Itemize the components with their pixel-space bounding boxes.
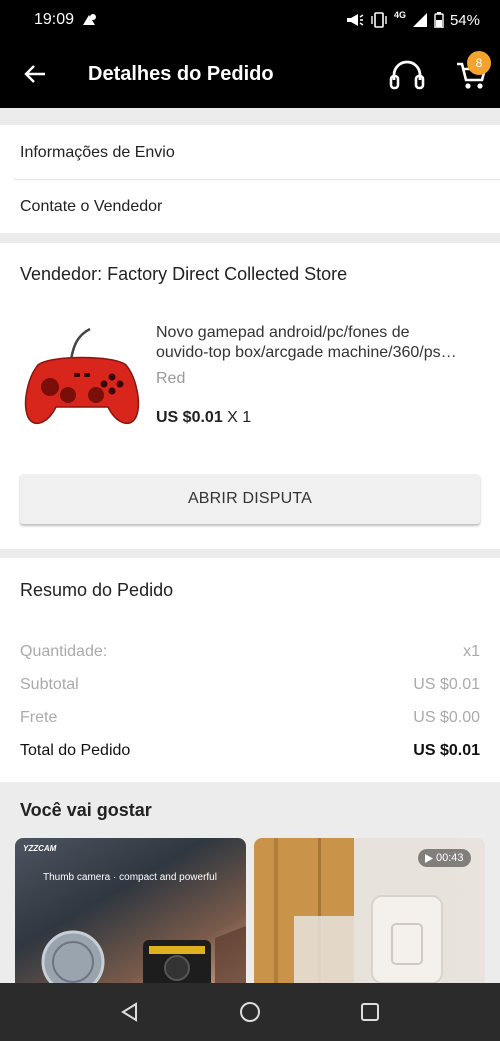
shipping-section: Informações de Envio Contate o Vendedor [0,125,500,233]
order-summary-section: Resumo do Pedido Quantidade: x1 Subtotal… [0,558,500,782]
page-title: Detalhes do Pedido [88,62,274,85]
recommendations-title: Você vai gostar [20,800,152,820]
shipping-info-item[interactable]: Informações de Envio [20,144,175,162]
summary-value: US $0.00 [413,709,480,726]
status-time: 19:09 [34,11,75,28]
summary-value: US $0.01 [413,742,480,759]
product-variant: Red [156,370,186,387]
megaphone-icon [346,13,364,27]
divider [14,179,500,180]
signal-icon [412,12,428,28]
support-button[interactable] [388,58,426,92]
summary-row-shipping: Frete US $0.00 [20,709,480,727]
product-price-row: US $0.01 X 1 [156,409,251,427]
order-item-section: Vendedor: Factory Direct Collected Store… [0,243,500,549]
summary-label: Subtotal [20,676,79,693]
summary-label: Total do Pedido [20,742,131,759]
product-title-line2: ouvido-top box/arcgade machine/360/ps… [156,344,457,361]
summary-row-total: Total do Pedido US $0.01 [20,742,480,760]
vibrate-icon [370,12,388,28]
recommended-product-card[interactable]: 00:43 [254,838,485,983]
circle-home-icon [240,1002,260,1022]
nav-back-button[interactable] [118,1000,142,1024]
network-type: 4G [393,10,406,20]
product-title-line1: Novo gamepad android/pc/fones de [156,324,410,341]
summary-row-quantity: Quantidade: x1 [20,643,480,661]
triangle-back-icon [121,1002,137,1022]
summary-value: US $0.01 [413,676,480,693]
summary-label: Frete [20,709,58,726]
nav-home-button[interactable] [238,1000,262,1024]
seller-name[interactable]: Vendedor: Factory Direct Collected Store [20,264,347,285]
product-quantity: X 1 [227,409,252,426]
gamepad-icon [24,327,140,425]
app-header: Detalhes do Pedido 8 [0,40,500,108]
notification-icon [80,12,98,28]
product-price: US $0.01 [156,409,223,426]
back-button[interactable] [0,40,70,108]
summary-value: x1 [463,643,480,660]
product-title[interactable]: Novo gamepad android/pc/fones de ouvido-… [156,323,482,363]
battery-percent: 54% [449,11,480,29]
contact-seller-item[interactable]: Contate o Vendedor [20,198,162,216]
play-icon [425,853,433,863]
recommended-product-card[interactable]: YZZCAM Thumb camera · compact and powerf… [15,838,246,983]
summary-label: Quantidade: [20,643,108,660]
system-navigation-bar [0,983,500,1041]
video-duration: 00:43 [436,852,464,864]
status-bar: 19:09 4G 54% [0,0,500,40]
cart-count-badge: 8 [467,51,491,75]
back-arrow-icon [24,65,45,83]
open-dispute-button[interactable]: ABRIR DISPUTA [20,474,480,524]
battery-icon [434,12,444,28]
headset-icon [389,60,425,90]
nav-recents-button[interactable] [358,1000,382,1024]
summary-title: Resumo do Pedido [20,580,174,600]
square-recents-icon [361,1003,379,1021]
camera-product-image [41,926,246,983]
summary-row-subtotal: Subtotal US $0.01 [20,676,480,694]
product-image[interactable] [20,325,144,435]
video-duration-badge: 00:43 [418,849,471,867]
